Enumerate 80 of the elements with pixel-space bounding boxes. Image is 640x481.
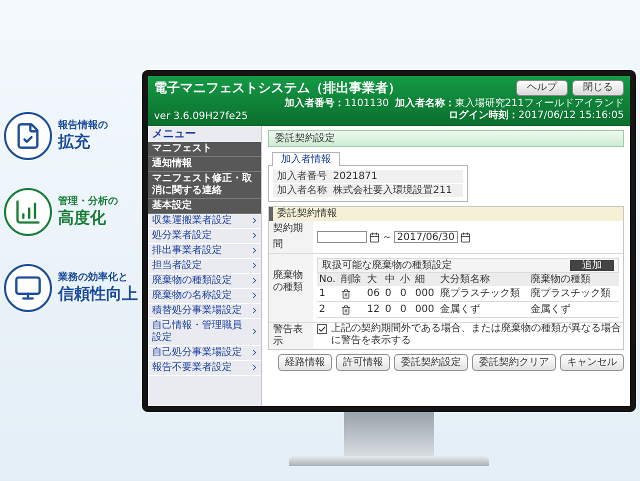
feature-caption: 業務の効率化と (58, 272, 129, 284)
table-cell: 2 (317, 302, 340, 318)
date-field[interactable] (317, 231, 367, 243)
add-button[interactable]: 追加 (570, 260, 614, 271)
field-label: 警告表示 (269, 323, 313, 349)
menu-link[interactable]: 積替処分事業場設定 (148, 304, 261, 319)
menu-title: メニュー (151, 126, 197, 142)
table-cell: 0 (383, 286, 398, 302)
menu-link[interactable]: 自己情報・管理職員設定 (148, 318, 261, 346)
action-button[interactable]: 委託契約設定 (394, 354, 468, 371)
feature-title: 信頼性向上 (58, 284, 138, 304)
info-label: 加入者番号 (276, 170, 328, 183)
menu-section[interactable]: 通知情報 (148, 156, 261, 172)
page-title-bar: 委託契約設定 (268, 130, 624, 147)
check-icon (318, 324, 326, 334)
column-header: 廃棄物の種類 (528, 273, 619, 286)
menu-link[interactable]: 廃棄物の種類設定 (148, 274, 261, 289)
column-header: 中 (383, 273, 398, 286)
column-header: 小 (398, 273, 414, 286)
column-header: 細 (413, 273, 438, 286)
contract-header: 委託契約情報 (269, 207, 623, 221)
menu-link[interactable]: 自己処分事業場設定 (148, 346, 261, 361)
range-separator: ～ (382, 230, 392, 244)
header-info: 加入者名称：東入場研究211フィールドアイランド (394, 98, 624, 110)
header-info: ログイン時刻：2017/06/12 15:16:05 (448, 110, 624, 122)
feature-caption: 管理・分析の (58, 196, 118, 208)
table-title: 取扱可能な廃棄物の種類設定 (322, 259, 452, 272)
header-button[interactable]: 閉じる (572, 80, 624, 96)
info-label: 加入者名称 (276, 184, 328, 197)
info-value: 株式会社要入環境設置211 (333, 184, 452, 197)
table-cell: 000 (413, 302, 438, 318)
table-cell: 06 (365, 286, 384, 302)
column-header: 削除 (339, 273, 366, 286)
bar-chart-icon (14, 198, 42, 226)
feature-title: 拡充 (58, 132, 91, 152)
menu-link[interactable]: 排出事業者設定 (148, 244, 261, 259)
delete-icon[interactable] (341, 288, 352, 298)
chevron-icon (250, 327, 259, 336)
field-label: 廃棄物の種類 (269, 254, 313, 322)
table-cell: 廃プラスチック類 (438, 286, 528, 302)
calendar-icon[interactable] (369, 232, 380, 242)
menu-section[interactable]: マニフェスト (148, 142, 261, 157)
menu-link[interactable]: 収集運搬業者設定 (148, 214, 261, 229)
header-button[interactable]: ヘルプ (516, 80, 568, 96)
warning-checkbox[interactable] (317, 324, 327, 334)
menu-link[interactable]: 処分業者設定 (148, 228, 261, 244)
table-cell: 廃プラスチック類 (528, 286, 619, 302)
app-title: 電子マニフェストシステム（排出事業者） (154, 82, 401, 94)
header-info: 加入者番号：1101130 (284, 98, 389, 110)
action-button[interactable]: キャンセル (560, 354, 624, 371)
version-label: ver 3.6.09H27fe25 (154, 112, 248, 122)
table-cell: 12 (365, 302, 384, 318)
action-button[interactable]: 経路情報 (278, 354, 332, 371)
menu-section[interactable]: マニフェスト修正・取消に関する連絡 (148, 172, 261, 199)
monitor-icon (14, 274, 42, 302)
table-cell: 0 (398, 302, 414, 318)
menu-link[interactable]: 廃棄物の名称設定 (148, 288, 261, 304)
date-field[interactable]: 2017/06/30 (394, 231, 458, 243)
warning-text: 上記の契約期間外である場合、または廃棄物の種類が異なる場合に警告を表示する (331, 323, 622, 347)
feature-title: 高度化 (58, 208, 107, 228)
table-cell: 0 (383, 302, 398, 318)
table-cell: 金属くず (528, 302, 619, 318)
column-header: 大分類名称 (438, 273, 528, 286)
menu-link[interactable]: 担当者設定 (148, 258, 261, 274)
action-button[interactable]: 許可情報 (336, 354, 390, 371)
field-label: 契約期間 (269, 221, 313, 253)
column-header: 大 (365, 273, 384, 286)
table-cell: 0 (398, 286, 414, 302)
feature-caption: 報告情報の (58, 120, 108, 132)
delete-icon[interactable] (341, 304, 352, 314)
calendar-icon[interactable] (460, 232, 471, 242)
menu-section[interactable]: 基本設定 (148, 198, 261, 214)
info-value: 2021871 (333, 170, 378, 183)
column-header: No. (317, 273, 340, 286)
tab[interactable]: 加入者情報 (272, 152, 340, 166)
action-button[interactable]: 委託契約クリア (472, 354, 556, 371)
table-cell: 金属くず (438, 302, 528, 318)
table-cell: 000 (413, 286, 438, 302)
table-cell: 1 (317, 286, 340, 302)
menu-link[interactable]: 報告不要業者設定 (148, 360, 261, 376)
